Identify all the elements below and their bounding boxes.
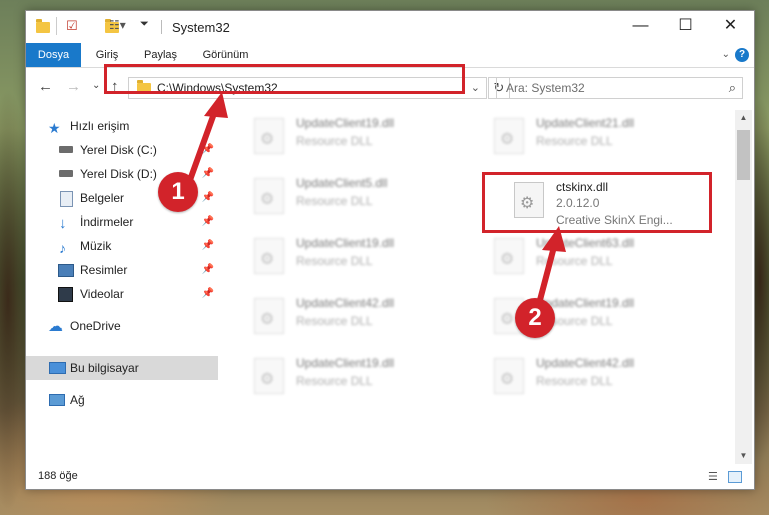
annotation-arrows xyxy=(187,92,566,303)
step-2-badge: 2 xyxy=(515,298,555,338)
step-1-badge: 1 xyxy=(158,172,198,212)
arrow-1-head xyxy=(204,92,228,118)
arrow-2-head xyxy=(542,226,566,252)
arrow-2-shaft xyxy=(537,240,558,303)
arrow-1-shaft xyxy=(187,105,219,183)
